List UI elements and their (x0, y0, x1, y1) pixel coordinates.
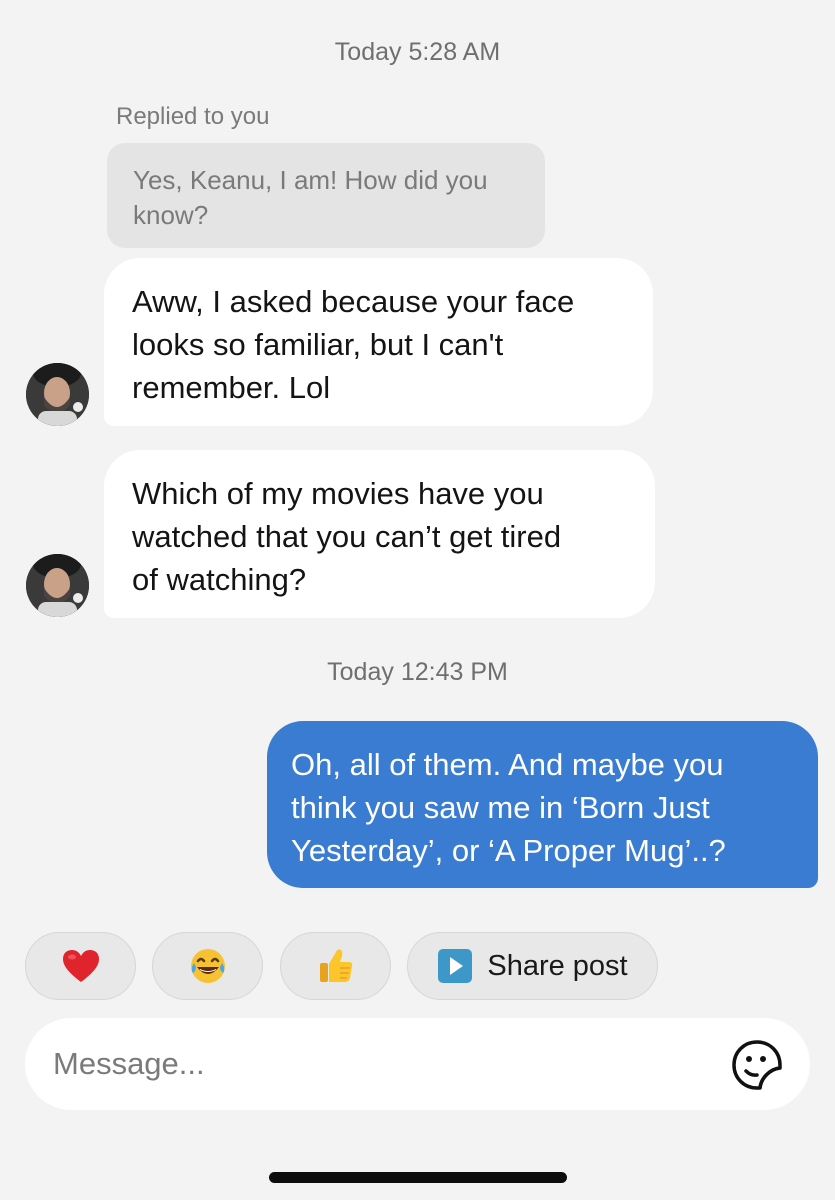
message-line: looks so familiar, but I can't (132, 327, 504, 362)
tears-of-joy-icon (190, 949, 225, 983)
message-line: think you saw me in ‘Born Just (291, 790, 710, 825)
message-line: watched that you can’t get tired (132, 519, 562, 554)
message-line: of watching? (132, 562, 307, 597)
message-line: Yesterday’, or ‘A Proper Mug’..? (291, 833, 726, 868)
thumbs-up-icon (319, 949, 352, 982)
avatar[interactable] (26, 363, 89, 426)
message-line: Oh, all of them. And maybe you (291, 747, 724, 782)
message-line: Aww, I asked because your face (132, 284, 575, 319)
message-input[interactable] (53, 1040, 693, 1088)
incoming-message[interactable]: Which of my movies have you watched that… (104, 450, 655, 618)
share-post-label: Share post (487, 949, 628, 982)
timestamp: Today 5:28 AM (334, 38, 501, 66)
message-line: remember. Lol (132, 370, 331, 405)
play-icon (438, 949, 473, 983)
share-post-button[interactable]: Share post (407, 932, 658, 1000)
avatar[interactable] (26, 554, 89, 617)
quoted-message[interactable]: Yes, Keanu, I am! How did you know? (107, 143, 545, 248)
message-line: Which of my movies have you (132, 476, 544, 511)
sticker-icon (732, 1040, 782, 1090)
quick-reactions-bar: Share post (0, 932, 835, 1000)
timestamp: Today 12:43 PM (327, 658, 508, 686)
incoming-message[interactable]: Aww, I asked because your face looks so … (104, 258, 653, 426)
replied-to-you-label: Replied to you (116, 103, 270, 130)
thumbs-up-reaction-button[interactable] (280, 932, 391, 1000)
outgoing-message[interactable]: Oh, all of them. And maybe you think you… (267, 721, 818, 888)
chat-screen: Today 5:28 AM Replied to you Yes, Keanu,… (0, 0, 835, 1200)
heart-reaction-button[interactable] (25, 932, 136, 1000)
message-composer (25, 1018, 810, 1110)
home-indicator[interactable] (269, 1172, 567, 1183)
laugh-reaction-button[interactable] (152, 932, 263, 1000)
sticker-button[interactable] (729, 1037, 785, 1093)
heart-icon (62, 950, 99, 982)
quoted-message-text: Yes, Keanu, I am! How did you know? (133, 165, 488, 230)
